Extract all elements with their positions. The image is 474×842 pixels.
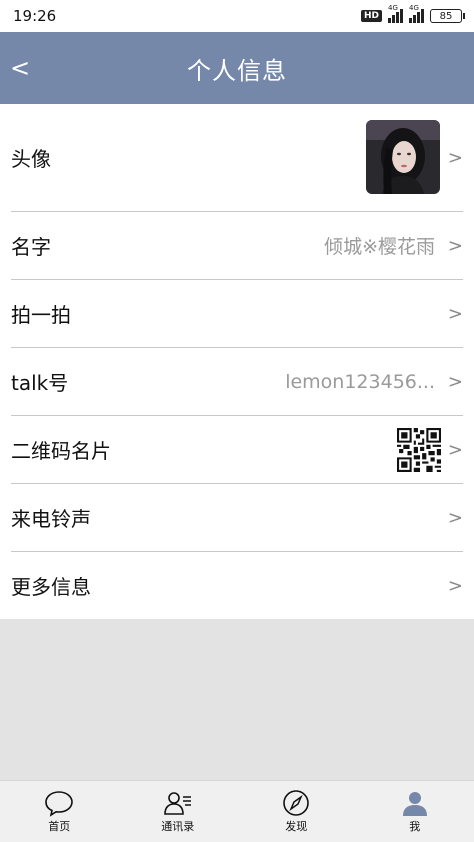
chat-bubble-icon: [45, 791, 74, 817]
nav-me[interactable]: 我: [356, 789, 474, 834]
row-avatar[interactable]: 头像 >: [11, 104, 463, 211]
nav-label: 我: [409, 820, 421, 833]
row-label: 名字: [11, 235, 51, 259]
chevron-right-icon: >: [447, 575, 463, 596]
hd-badge: HD: [360, 10, 382, 22]
app-header: < 个人信息: [0, 32, 474, 104]
name-value: 倾城※樱花雨: [324, 236, 435, 258]
profile-settings-list: 头像 > 名字 倾城※樱花雨 > 拍一拍 > talk号 lemon123456…: [0, 104, 474, 619]
qr-code-icon: [397, 427, 441, 472]
chevron-right-icon: >: [447, 303, 463, 324]
page-title: 个人信息: [187, 56, 287, 85]
row-qr-card[interactable]: 二维码名片 >: [11, 415, 463, 483]
row-ringtone[interactable]: 来电铃声 >: [11, 483, 463, 551]
status-icons: HD 4G 4G 85: [360, 4, 465, 23]
row-more-info[interactable]: 更多信息 >: [11, 551, 463, 619]
row-label: 来电铃声: [11, 507, 91, 531]
status-time: 19:26: [13, 7, 57, 25]
row-name[interactable]: 名字 倾城※樱花雨 >: [11, 211, 463, 279]
person-icon: [402, 792, 427, 816]
nav-label: 发现: [285, 820, 308, 833]
battery-icon: 85: [430, 9, 465, 23]
status-bar: 19:26 HD 4G 4G 85: [0, 0, 474, 32]
network-label: 4G: [388, 4, 398, 12]
nav-discover[interactable]: 发现: [237, 789, 355, 834]
nav-label: 通讯录: [161, 820, 195, 833]
chevron-right-icon: >: [447, 439, 463, 460]
chevron-right-icon: >: [447, 371, 463, 392]
network-label-2: 4G: [409, 4, 419, 12]
chevron-right-icon: >: [447, 147, 463, 168]
talk-id-value: lemon123456...: [285, 370, 435, 393]
row-label: 二维码名片: [11, 439, 111, 463]
row-label: 更多信息: [11, 575, 91, 599]
signal-icon: 4G: [388, 4, 403, 23]
nav-home[interactable]: 首页: [0, 789, 118, 834]
row-label: talk号: [11, 371, 69, 395]
row-pat[interactable]: 拍一拍 >: [11, 279, 463, 347]
row-label: 拍一拍: [11, 303, 71, 327]
avatar[interactable]: [366, 120, 440, 194]
chevron-right-icon: >: [447, 507, 463, 528]
back-button[interactable]: <: [10, 50, 40, 86]
compass-icon: [283, 790, 310, 816]
signal-icon-2: 4G: [409, 4, 424, 23]
chevron-right-icon: >: [447, 235, 463, 256]
nav-label: 首页: [48, 820, 71, 833]
row-label: 头像: [11, 147, 51, 171]
battery-level: 85: [439, 10, 453, 22]
avatar-image: [366, 120, 440, 194]
bottom-nav: 首页 通讯录 发现 我: [0, 780, 474, 842]
nav-contacts[interactable]: 通讯录: [119, 789, 237, 834]
contacts-icon: [163, 792, 191, 815]
row-talk-id[interactable]: talk号 lemon123456... >: [11, 347, 463, 415]
